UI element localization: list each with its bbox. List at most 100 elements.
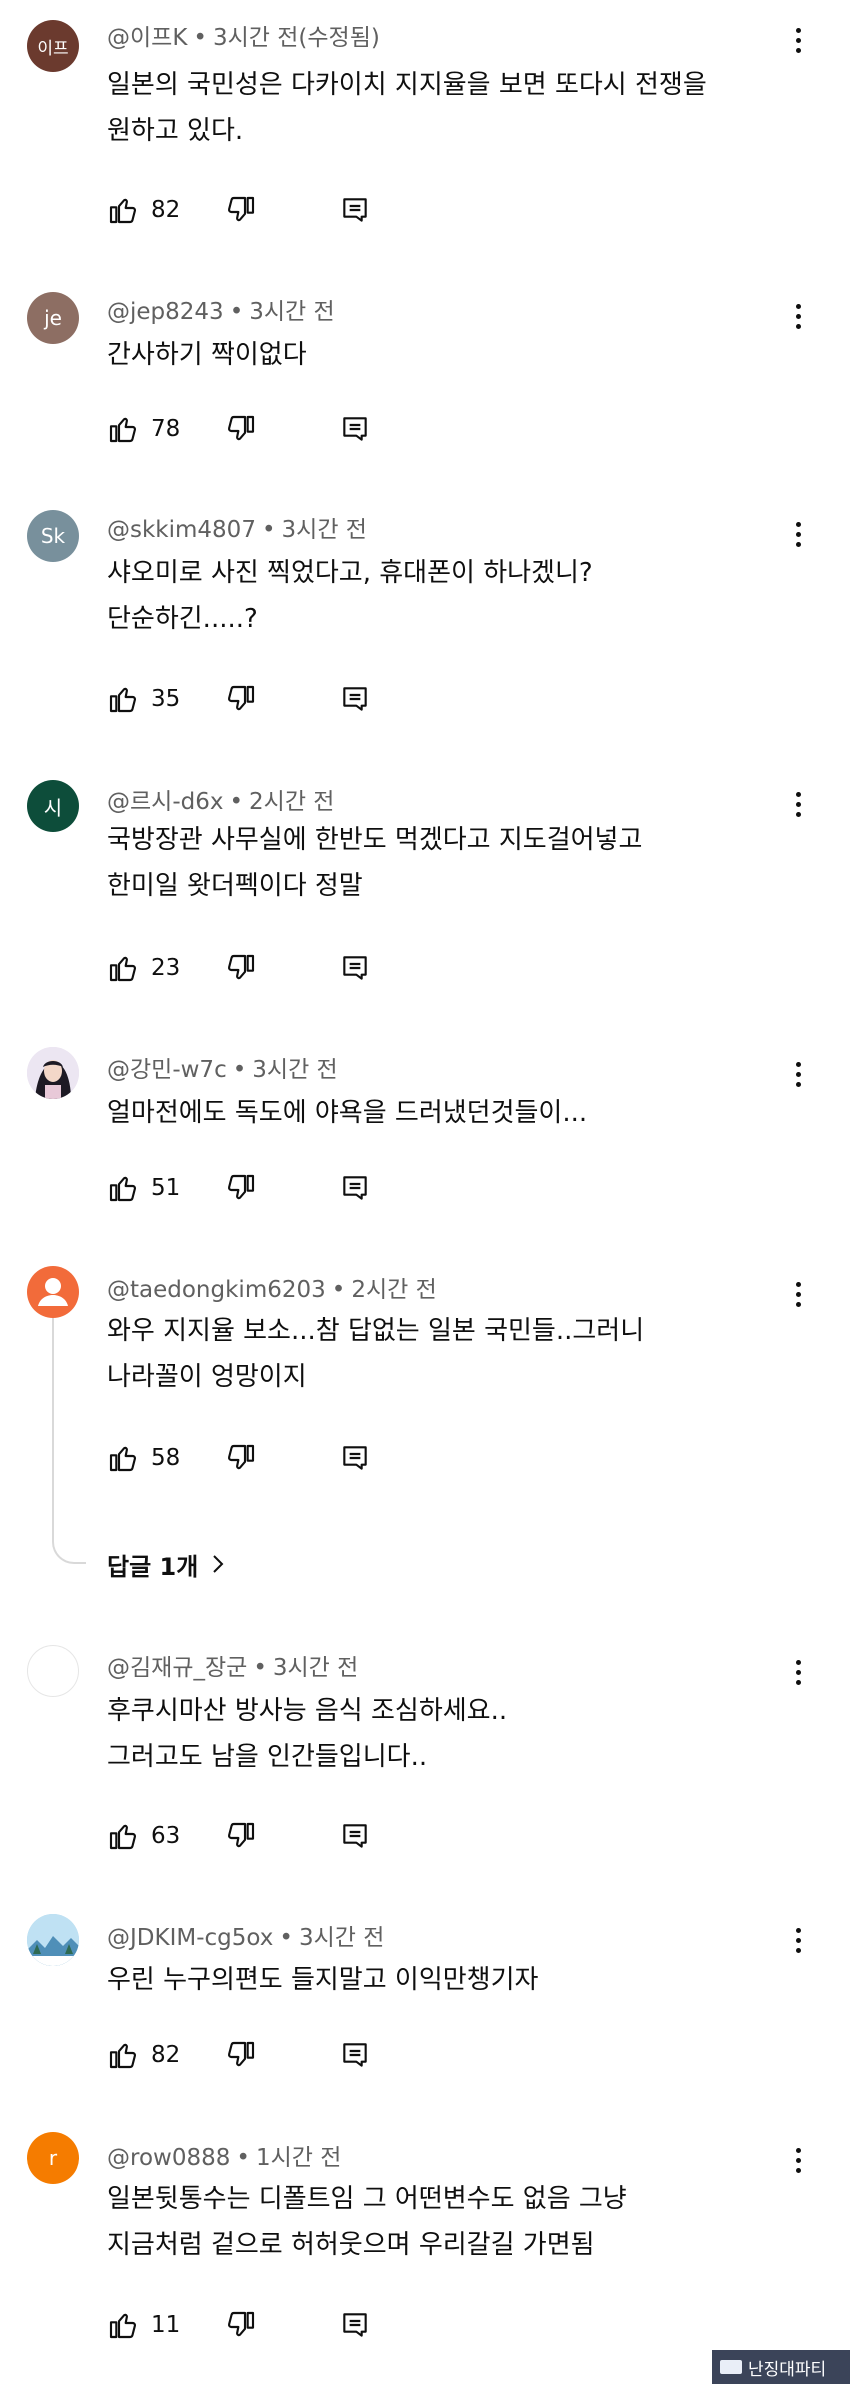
comment-actions: 82: [107, 2035, 371, 2075]
avatar[interactable]: [27, 1266, 79, 1318]
comment-author[interactable]: @row0888: [107, 2145, 230, 2171]
like-count: 82: [151, 197, 181, 223]
dislike-button[interactable]: [225, 683, 339, 715]
avatar[interactable]: 시: [27, 780, 79, 832]
avatar[interactable]: je: [27, 292, 79, 344]
thumbs-up-icon: [109, 2043, 137, 2069]
avatar-initials: 이프: [37, 38, 69, 59]
more-dot: [795, 303, 801, 309]
dislike-button[interactable]: [225, 952, 339, 984]
avatar[interactable]: [27, 1914, 79, 1966]
comment-meta: @김재규_장군 • 3시간 전: [107, 1648, 358, 1682]
dislike-button[interactable]: [225, 194, 339, 226]
dislike-button[interactable]: [225, 1820, 339, 1852]
thumbs-down-icon: [227, 1444, 255, 1470]
like-button[interactable]: 11: [107, 2309, 225, 2341]
more-dot: [795, 2167, 801, 2173]
comment-author[interactable]: @강민-w7c: [107, 1057, 227, 1083]
avatar-initials: je: [44, 306, 62, 330]
avatar[interactable]: r: [27, 2132, 79, 2184]
like-button[interactable]: 82: [107, 194, 225, 226]
comment-actions: 51: [107, 1168, 371, 1208]
more-options-button[interactable]: [786, 2140, 810, 2180]
reply-button[interactable]: [339, 1442, 371, 1474]
like-button[interactable]: 23: [107, 952, 225, 984]
comment-text: 얼마전에도 독도에 야욕을 드러냈던것들이...: [107, 1090, 767, 1136]
more-options-button[interactable]: [786, 1652, 810, 1692]
like-button[interactable]: 82: [107, 2039, 225, 2071]
comment-author[interactable]: @jep8243: [107, 299, 224, 325]
comment-time: 2시간 전: [249, 789, 335, 815]
reply-button[interactable]: [339, 1172, 371, 1204]
view-replies-label: 답글 1개: [107, 1552, 199, 1581]
more-options-button[interactable]: [786, 1054, 810, 1094]
reply-button[interactable]: [339, 2039, 371, 2071]
comment-author[interactable]: @이프K: [107, 25, 187, 51]
comment-author[interactable]: @skkim4807: [107, 517, 256, 543]
comment-author[interactable]: @JDKIM-cg5ox: [107, 1925, 273, 1951]
dislike-button[interactable]: [225, 2309, 339, 2341]
reply-button[interactable]: [339, 683, 371, 715]
more-options-button[interactable]: [786, 1920, 810, 1960]
reply-button[interactable]: [339, 413, 371, 445]
avatar-image-icon: [27, 1047, 79, 1099]
meta-separator: •: [193, 25, 207, 51]
more-dot: [795, 1679, 801, 1685]
thumbs-down-icon: [227, 1174, 255, 1200]
more-options-button[interactable]: [786, 514, 810, 554]
more-dot: [795, 1291, 801, 1297]
reply-button[interactable]: [339, 2309, 371, 2341]
more-dot: [795, 1947, 801, 1953]
comment-author[interactable]: @르시-d6x: [107, 789, 223, 815]
comment-text-line: 간사하기 짝이없다: [107, 340, 307, 370]
more-dot: [795, 1659, 801, 1665]
meta-separator: •: [236, 2145, 250, 2171]
dislike-button[interactable]: [225, 1442, 339, 1474]
watermark-logo-icon: [720, 2360, 742, 2374]
dislike-button[interactable]: [225, 1172, 339, 1204]
more-options-button[interactable]: [786, 1274, 810, 1314]
more-options-button[interactable]: [786, 296, 810, 336]
reply-button[interactable]: [339, 1820, 371, 1852]
comment-time: 3시간 전(수정됨): [212, 25, 380, 51]
more-options-button[interactable]: [786, 20, 810, 60]
avatar[interactable]: [27, 1047, 79, 1099]
more-dot: [795, 1937, 801, 1943]
like-button[interactable]: 58: [107, 1442, 225, 1474]
comment-author[interactable]: @taedongkim6203: [107, 1277, 326, 1303]
more-dot: [795, 531, 801, 537]
like-button[interactable]: 35: [107, 683, 225, 715]
comment-text-line: 단순하긴.....?: [107, 604, 258, 634]
more-dot: [795, 811, 801, 817]
comment-meta: @르시-d6x • 2시간 전: [107, 782, 334, 816]
comment-author[interactable]: @김재규_장군: [107, 1655, 247, 1681]
meta-separator: •: [232, 1057, 247, 1083]
like-button[interactable]: 51: [107, 1172, 225, 1204]
more-options-button[interactable]: [786, 784, 810, 824]
comment-time: 3시간 전: [272, 1655, 359, 1681]
comment-text: 간사하기 짝이없다: [107, 332, 767, 378]
dislike-button[interactable]: [225, 2039, 339, 2071]
more-dot: [795, 2147, 801, 2153]
like-button[interactable]: 63: [107, 1820, 225, 1852]
comment-text: 일본의 국민성은 다카이치 지지율을 보면 또다시 전쟁을 원하고 있다.: [107, 62, 767, 154]
reply-comment-icon: [343, 198, 367, 222]
view-replies-button[interactable]: 답글 1개: [107, 1545, 226, 1583]
avatar[interactable]: [27, 1645, 79, 1697]
reply-button[interactable]: [339, 194, 371, 226]
thumbs-up-icon: [109, 1446, 137, 1472]
avatar-initials: r: [48, 2146, 58, 2170]
like-button[interactable]: 78: [107, 413, 225, 445]
avatar-image-icon: [27, 1914, 79, 1966]
like-count: 63: [151, 1823, 181, 1849]
comment-actions: 35: [107, 679, 371, 719]
thumbs-up-icon: [109, 2313, 137, 2339]
comment-time: 3시간 전: [281, 517, 367, 543]
reply-button[interactable]: [339, 952, 371, 984]
avatar[interactable]: Sk: [27, 510, 79, 562]
meta-separator: •: [229, 789, 244, 815]
more-dot: [795, 1927, 801, 1933]
comment-time: 3시간 전: [252, 1057, 338, 1083]
dislike-button[interactable]: [225, 413, 339, 445]
avatar[interactable]: 이프: [27, 20, 79, 72]
